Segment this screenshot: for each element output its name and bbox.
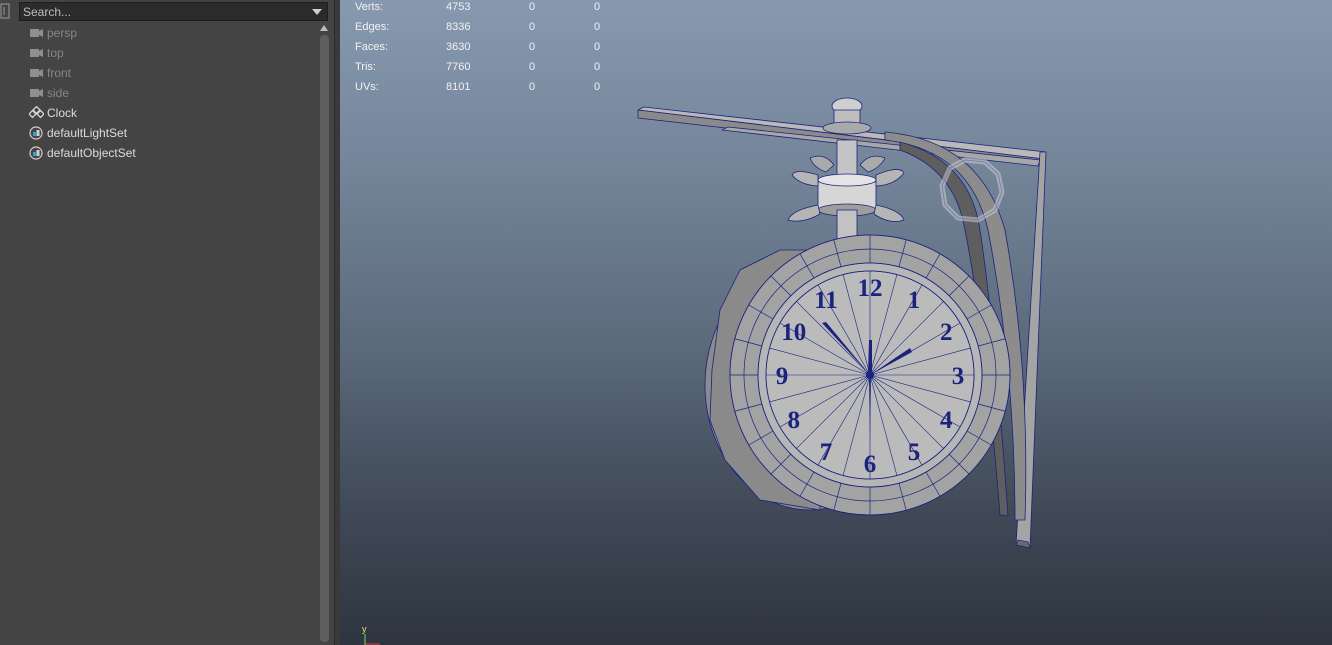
camera-icon: [30, 69, 43, 77]
hud-value: 0: [594, 1, 601, 13]
tree-item-label: top: [47, 46, 64, 60]
hud-value: 0: [529, 41, 536, 53]
hud-value: 0: [594, 61, 601, 73]
clock-numeral: 1: [908, 287, 921, 314]
clock-numeral: 2: [940, 319, 953, 346]
tree-item-label: persp: [47, 26, 78, 40]
clock-numeral: 11: [814, 287, 838, 314]
hud-value: 7760: [446, 61, 471, 73]
tree-item-front[interactable]: front: [0, 63, 318, 83]
hud-value: 0: [594, 41, 601, 53]
clock-model: 12 12 3 45 6 78 9 10 11: [637, 97, 1047, 549]
hud-label: Edges:: [355, 21, 390, 33]
outliner-scrollbar[interactable]: [318, 23, 331, 645]
search-field[interactable]: [19, 2, 328, 21]
hud-label: UVs:: [355, 81, 379, 93]
clock-numeral: 5: [908, 439, 921, 466]
camera-icon: [30, 29, 43, 37]
tree-item-label: front: [47, 66, 72, 80]
hud-label: Verts:: [355, 1, 384, 13]
search-dropdown-icon[interactable]: [312, 9, 322, 15]
clock-numeral: 8: [788, 407, 801, 434]
camera-icon: [30, 89, 43, 97]
hud-value: 8101: [446, 81, 471, 93]
tree-item-label: side: [47, 86, 70, 100]
clock-numeral: 6: [864, 451, 877, 478]
hud-value: 0: [594, 81, 601, 93]
outliner-panel: persp top front side Clock: [0, 0, 334, 645]
clock-numeral: 10: [781, 319, 806, 346]
hud-value: 4753: [446, 1, 471, 13]
panel-grip-icon[interactable]: [0, 3, 12, 19]
hud-value: 0: [529, 61, 536, 73]
tree-item-defaultobjectset[interactable]: defaultObjectSet: [0, 143, 318, 163]
view-axis-gizmo: y: [354, 622, 394, 645]
clock-numeral: 12: [858, 275, 883, 302]
hud-value: 0: [529, 21, 536, 33]
search-input[interactable]: [23, 4, 303, 20]
hud-label: Tris:: [355, 61, 376, 73]
search-row: [0, 0, 334, 22]
tree-item-top[interactable]: top: [0, 43, 318, 63]
scroll-up-icon[interactable]: [320, 25, 328, 31]
hud-value: 8336: [446, 21, 471, 33]
clock-numeral: 9: [776, 363, 789, 390]
tree-item-label: defaultLightSet: [47, 126, 128, 140]
clock-numeral: 7: [820, 439, 833, 466]
tree-item-label: defaultObjectSet: [47, 146, 136, 160]
hud-value: 3630: [446, 41, 471, 53]
set-icon: [29, 126, 43, 140]
hud-value: 0: [529, 81, 536, 93]
viewport-3d[interactable]: 12 1 2 3 4 5 6 7 8 9 10 11 Verts: 4753 0 0 Edges: 8…: [340, 0, 1332, 645]
hud-value: 0: [529, 1, 536, 13]
tree-item-clock[interactable]: Clock: [0, 103, 318, 123]
hud-label: Faces:: [355, 41, 389, 53]
tree-item-defaultlightset[interactable]: defaultLightSet: [0, 123, 318, 143]
tree-item-side[interactable]: side: [0, 83, 318, 103]
scroll-thumb[interactable]: [320, 35, 329, 642]
tree-item-label: Clock: [47, 106, 78, 120]
clock-numeral: 3: [952, 363, 965, 390]
set-icon: [29, 146, 43, 160]
clock-numeral: 4: [940, 407, 953, 434]
camera-icon: [30, 49, 43, 57]
axis-icon: [364, 634, 380, 645]
tree-item-persp[interactable]: persp: [0, 23, 318, 43]
hud-value: 0: [594, 21, 601, 33]
group-icon: [29, 106, 44, 119]
